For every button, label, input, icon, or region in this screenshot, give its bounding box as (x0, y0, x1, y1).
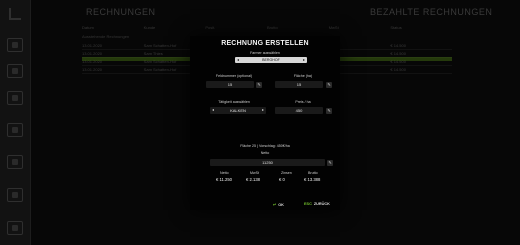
esc-key-label: ESC (304, 202, 312, 206)
net-label: Netto (260, 151, 270, 155)
total-vat-value: € 2.138 (246, 177, 260, 182)
header-gross: Brutto (267, 25, 278, 30)
total-net-label: Netto (220, 171, 229, 175)
back-button[interactable]: ESC ZURÜCK (304, 202, 330, 206)
edit-field-number-icon[interactable]: ✎ (256, 81, 262, 88)
activity-value: KALKEN (230, 108, 246, 113)
table-cell: 13.01.2020 (82, 43, 103, 48)
sidebar-coins-icon[interactable] (7, 123, 23, 137)
total-gross-label: Brutto (308, 171, 318, 175)
field-number-input[interactable]: 15 (206, 81, 254, 88)
total-interest-label: Zinsen (281, 171, 292, 175)
dialog-title: RECHNUNG ERSTELLEN (221, 40, 309, 47)
price-label: Preis / ha (295, 100, 311, 104)
farmer-label: Farmer auswählen (250, 51, 280, 55)
header-position: Posit. (205, 25, 216, 30)
table-cell: 13.01.2020 (82, 67, 103, 72)
header-vat: MwSt (328, 25, 339, 30)
tab-paid-invoices[interactable]: BEZAHLTE RECHNUNGEN (370, 7, 492, 17)
sidebar-invoice-icon[interactable] (7, 188, 23, 202)
sidebar-settings-icon[interactable] (7, 221, 23, 235)
back-label: ZURÜCK (313, 202, 330, 206)
activity-selector[interactable]: ◂ KALKEN ▸ (210, 107, 266, 114)
sidebar (0, 0, 31, 245)
sidebar-chart-icon[interactable] (7, 155, 23, 169)
ok-button[interactable]: ↵ OK (273, 202, 284, 207)
sidebar-calendar-icon[interactable] (7, 91, 23, 105)
arrow-left-icon[interactable]: ◂ (237, 57, 239, 63)
edit-net-icon[interactable]: ✎ (327, 159, 333, 166)
header-date: Datum (82, 25, 94, 30)
table-header: Datum Kunde Posit. Brutto MwSt Status (82, 25, 452, 32)
field-number-label: Feldnummer (optional) (215, 74, 253, 78)
edit-area-icon[interactable]: ✎ (326, 81, 332, 88)
total-vat-label: MwSt (250, 171, 259, 175)
sidebar-farm-icon[interactable] (7, 38, 23, 52)
back-icon[interactable] (9, 8, 21, 20)
total-interest-value: € 0 (279, 177, 285, 182)
create-invoice-dialog: RECHNUNG ERSTELLEN Farmer auswählen ◂ BE… (190, 36, 340, 210)
arrow-left-icon[interactable]: ◂ (212, 107, 214, 113)
header-customer: Kunde (143, 25, 156, 30)
net-input[interactable]: 11250 (210, 159, 325, 166)
table-cell: 13.01.2020 (82, 51, 103, 56)
area-summary: Fläche 25 | Vorschlag: 450€/ha (240, 144, 290, 148)
total-net-value: € 11.250 (216, 177, 232, 182)
price-input[interactable]: 450 (275, 107, 323, 114)
page-title: RECHNUNGEN (86, 7, 156, 17)
table-cell: € 14.500 (390, 67, 406, 72)
area-input[interactable]: 15 (275, 81, 323, 88)
activity-label: Tätigkeit auswählen (218, 100, 250, 104)
arrow-right-icon[interactable]: ▸ (303, 57, 305, 63)
edit-price-icon[interactable]: ✎ (326, 107, 332, 114)
table-cell: € 14.500 (390, 51, 406, 56)
header-status: Status (390, 25, 402, 30)
total-gross-value: € 13.388 (304, 177, 321, 182)
enter-key-icon: ↵ (273, 203, 277, 207)
arrow-right-icon[interactable]: ▸ (262, 107, 264, 113)
ok-label: OK (278, 203, 284, 207)
farmer-selector[interactable]: ◂ BERGHOF ▸ (235, 57, 307, 63)
sidebar-bank-icon[interactable] (7, 64, 23, 78)
area-label: Fläche (ha) (293, 74, 313, 78)
table-cell: € 14.500 (390, 43, 406, 48)
farmer-value: BERGHOF (262, 58, 280, 62)
